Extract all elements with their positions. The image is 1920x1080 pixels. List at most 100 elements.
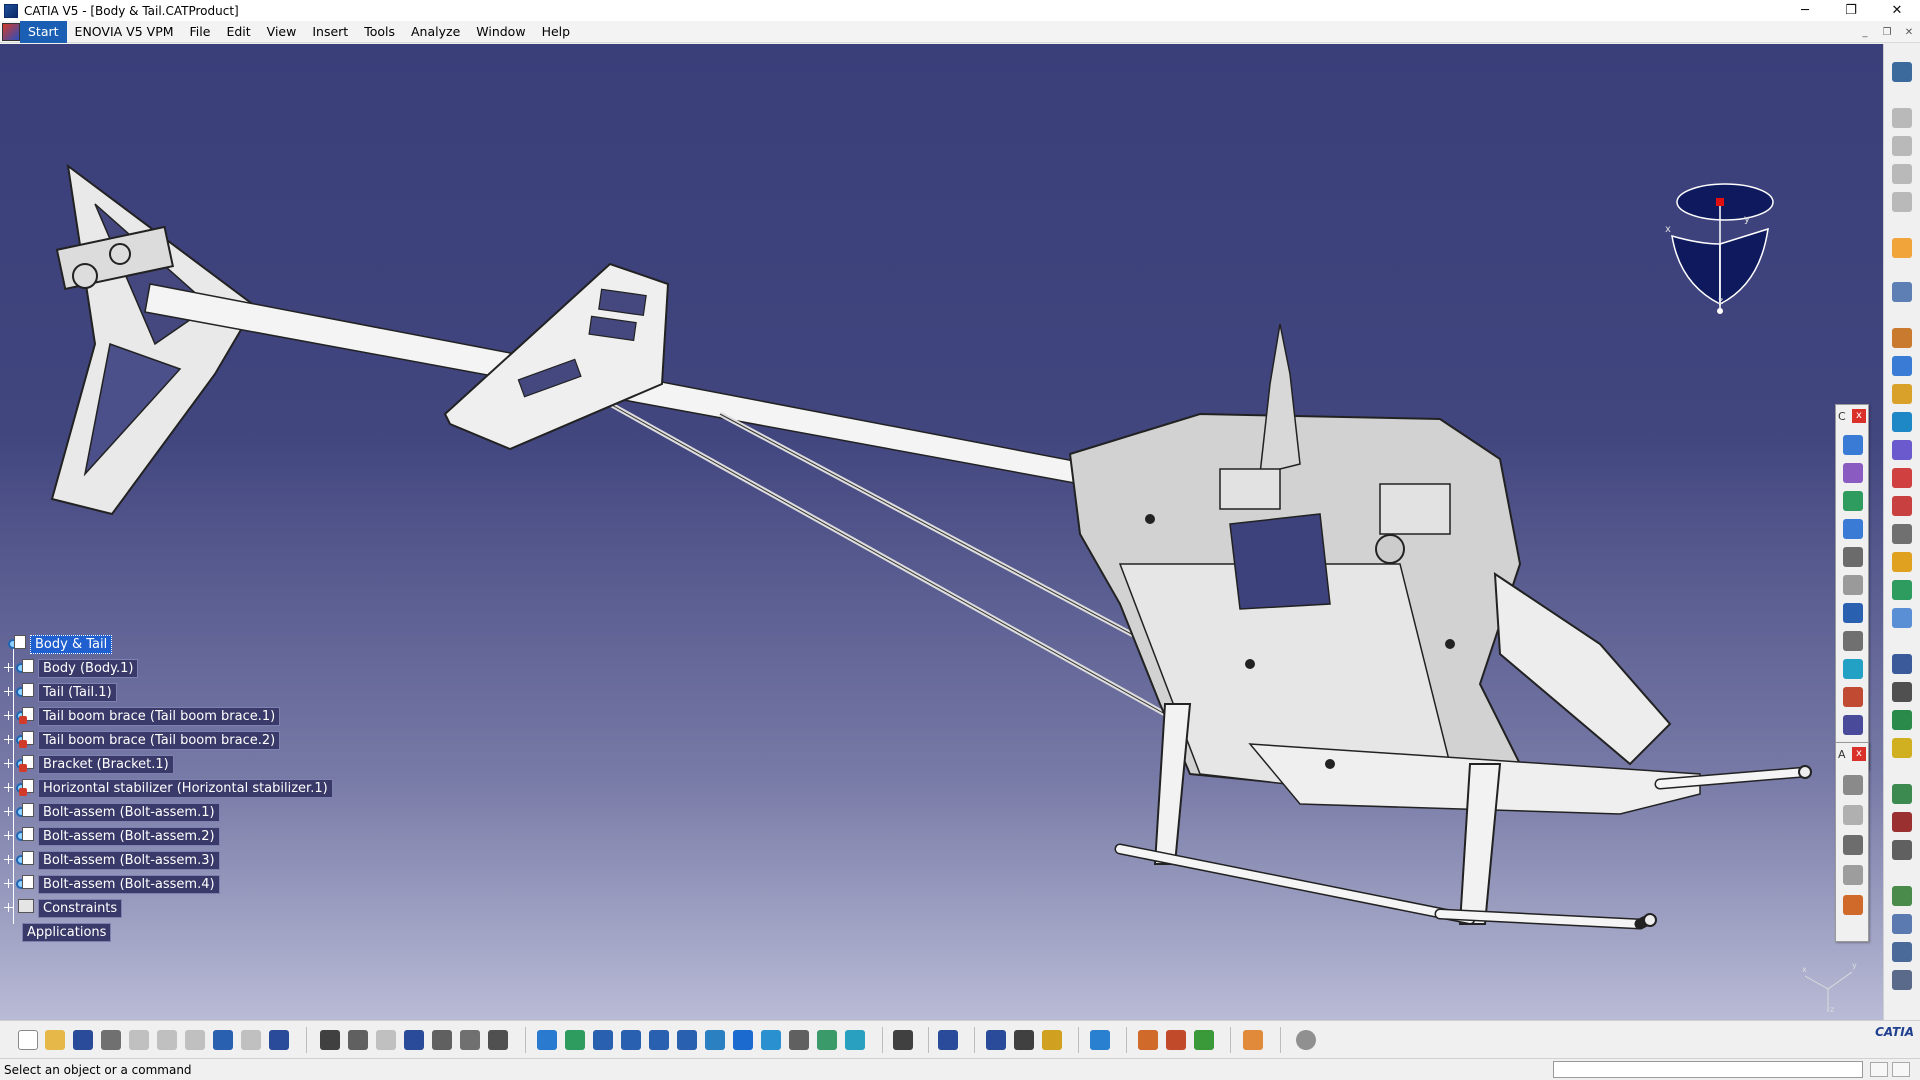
redo-icon[interactable] [241,1030,261,1050]
representation-icon[interactable] [488,1030,508,1050]
close-button[interactable]: ✕ [1874,0,1920,21]
symmetry-icon[interactable] [1892,738,1912,758]
cut-icon[interactable] [129,1030,149,1050]
catalog-icon[interactable] [938,1030,958,1050]
fix-together-icon[interactable] [1843,575,1863,595]
tree-node-label[interactable]: Bolt-assem (Bolt-assem.1) [38,802,220,822]
tree-node-label[interactable]: Body (Body.1) [38,658,139,678]
expand-icon[interactable] [4,831,14,841]
measure-between-icon[interactable] [986,1030,1006,1050]
whats-this-icon[interactable] [269,1030,289,1050]
catia-menu-icon[interactable] [2,22,20,41]
manage-representations-icon[interactable] [1892,524,1912,544]
hole-icon[interactable] [1892,682,1912,702]
measure-inertia-icon[interactable] [1042,1030,1062,1050]
menu-enovia[interactable]: ENOVIA V5 VPM [67,21,182,43]
save-icon[interactable] [73,1030,93,1050]
expand-icon[interactable] [4,759,14,769]
shading-icon[interactable] [789,1030,809,1050]
scenes-icon[interactable] [1892,942,1912,962]
annotation-plane-icon[interactable] [1843,865,1863,885]
tree-node-bracket[interactable]: Bracket (Bracket.1) [4,754,174,774]
generate-numbering-icon[interactable] [1892,468,1912,488]
sectioning-icon[interactable] [1090,1030,1110,1050]
manipulation-icon[interactable] [1892,282,1912,302]
tree-node-applications[interactable]: Applications [22,922,112,942]
floating-toolbar-header[interactable]: A x [1836,743,1868,765]
coincidence-constraint-icon[interactable] [1843,463,1863,483]
measure-item-icon[interactable] [1014,1030,1034,1050]
flag-note-icon[interactable] [1843,835,1863,855]
pan-icon[interactable] [593,1030,613,1050]
tree-node-label[interactable]: Bolt-assem (Bolt-assem.4) [38,874,220,894]
angle-constraint-icon[interactable] [1843,547,1863,567]
reuse-pattern-icon[interactable] [1892,608,1912,628]
tree-node-label[interactable]: Horizontal stabilizer (Horizontal stabil… [38,778,333,798]
catalog-icon[interactable] [1892,886,1912,906]
tree-node-bolt-assem-2[interactable]: Bolt-assem (Bolt-assem.2) [4,826,220,846]
status-bar-option-icon[interactable] [1892,1062,1910,1077]
clash-icon[interactable] [1892,384,1912,404]
formula-icon[interactable] [320,1030,340,1050]
replace-component-icon[interactable] [1892,412,1912,432]
update-icon[interactable] [1296,1030,1316,1050]
snap-icon[interactable] [1892,356,1912,376]
tree-node-bolt-assem-4[interactable]: Bolt-assem (Bolt-assem.4) [4,874,220,894]
minimize-button[interactable]: ─ [1782,0,1828,21]
menu-insert[interactable]: Insert [304,21,356,43]
paste-icon[interactable] [185,1030,205,1050]
tree-node-label[interactable]: Bolt-assem (Bolt-assem.3) [38,850,220,870]
close-icon[interactable]: x [1852,409,1866,423]
table-icon[interactable] [404,1030,424,1050]
tree-node-label[interactable]: Bracket (Bracket.1) [38,754,174,774]
select-icon[interactable] [1892,238,1912,258]
open-icon[interactable] [45,1030,65,1050]
explode-icon[interactable] [1892,328,1912,348]
quick-constraint-icon[interactable] [1843,603,1863,623]
fly-mode-icon[interactable] [537,1030,557,1050]
tree-node-tail[interactable]: Tail (Tail.1) [4,682,117,702]
new-icon[interactable] [18,1030,38,1050]
close-icon[interactable]: x [1852,747,1866,761]
comment-icon[interactable] [348,1030,368,1050]
zoom-out-icon[interactable] [677,1030,697,1050]
measure-icon[interactable] [1892,812,1912,832]
compass-icon[interactable]: x y z [1660,174,1780,334]
clash-analysis-icon[interactable] [1166,1030,1186,1050]
expand-icon[interactable] [4,807,14,817]
annotation-icon[interactable] [1892,970,1912,990]
scene-icon[interactable] [1843,895,1863,915]
fix-constraint-icon[interactable] [1843,435,1863,455]
menu-window[interactable]: Window [468,21,533,43]
multi-instantiation-icon[interactable] [1892,552,1912,572]
apply-material-icon[interactable] [1138,1030,1158,1050]
contact-constraint-icon[interactable] [1843,491,1863,511]
product-icon[interactable] [1892,136,1912,156]
tree-node-bolt-assem-3[interactable]: Bolt-assem (Bolt-assem.3) [4,850,220,870]
command-input[interactable] [1553,1061,1863,1078]
menu-view[interactable]: View [259,21,305,43]
capture-icon[interactable] [893,1030,913,1050]
tree-node-tail-boom-brace-2[interactable]: Tail boom brace (Tail boom brace.2) [4,730,281,750]
doc-restore-button[interactable]: ❐ [1876,21,1898,43]
graph-tree-reordering-icon[interactable] [1892,440,1912,460]
floating-toolbar-header[interactable]: C x [1836,405,1868,427]
fast-multi-instantiation-icon[interactable] [1892,580,1912,600]
work-on-support-icon[interactable] [1243,1030,1263,1050]
undo-icon[interactable] [213,1030,233,1050]
keyboard-icon[interactable] [1870,1062,1888,1077]
part-icon[interactable] [1892,164,1912,184]
tree-node-label[interactable]: Bolt-assem (Bolt-assem.2) [38,826,220,846]
helicopter-model[interactable] [0,44,1883,1020]
tree-root[interactable]: Body & Tail [8,634,113,654]
tree-node-label[interactable]: Applications [22,922,112,942]
zoom-in-icon[interactable] [649,1030,669,1050]
existing-component-icon[interactable] [1892,192,1912,212]
menu-tools[interactable]: Tools [356,21,403,43]
tree-node-label[interactable]: Tail boom brace (Tail boom brace.1) [38,706,281,726]
expand-icon[interactable] [4,879,14,889]
distance-analysis-icon[interactable] [1194,1030,1214,1050]
multi-view-icon[interactable] [733,1030,753,1050]
expand-icon[interactable] [4,687,14,697]
rotate-icon[interactable] [621,1030,641,1050]
